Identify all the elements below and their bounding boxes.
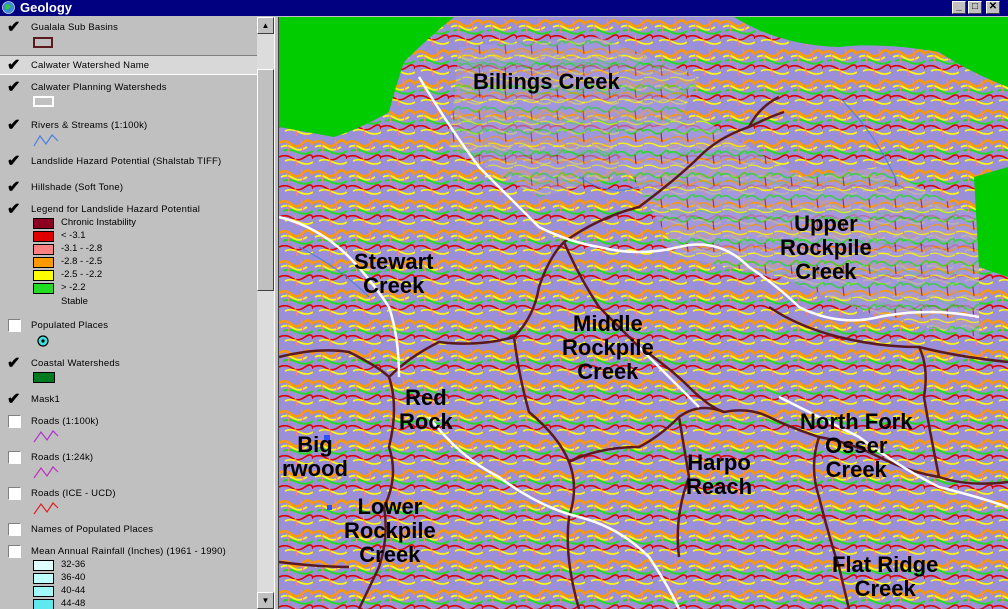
map-label-big-rwood: Big rwood xyxy=(282,432,348,481)
map-label-red-rock: Red Rock xyxy=(399,385,453,434)
polygon-symbol xyxy=(33,372,55,383)
layer-name: Names of Populated Places xyxy=(31,524,154,535)
legend-swatch xyxy=(33,560,54,571)
layer-name: Hillshade (Soft Tone) xyxy=(31,182,124,193)
layer-checkbox[interactable] xyxy=(7,199,21,219)
layer-name: Calwater Planning Watersheds xyxy=(31,82,167,93)
map-label-billings-creek: Billings Creek xyxy=(473,69,620,94)
polygon-symbol xyxy=(33,96,54,107)
layer-checkbox[interactable] xyxy=(8,451,21,464)
window-title: Geology xyxy=(20,0,73,15)
legend-swatch xyxy=(33,283,54,294)
map-label-middle-rockpile-creek: Middle Rockpile Creek xyxy=(562,311,654,384)
globe-icon xyxy=(2,1,15,14)
close-button[interactable]: ✕ xyxy=(986,1,1000,14)
toc-scrollbar[interactable]: ▲ ▼ xyxy=(257,17,274,609)
polygon-symbol xyxy=(33,37,53,48)
map-label-lower-rockpile-creek: Lower Rockpile Creek xyxy=(344,494,436,567)
legend-label: Stable xyxy=(61,296,88,307)
legend-swatch xyxy=(33,586,54,597)
layer-name: Rivers & Streams (1:100k) xyxy=(31,120,148,131)
mask-area xyxy=(974,167,1008,277)
layer-checkbox[interactable] xyxy=(8,523,21,536)
map-label-upper-rockpile-creek: Upper Rockpile Creek xyxy=(780,211,872,284)
legend-label: 44-48 xyxy=(61,598,86,609)
legend-label: > -2.2 xyxy=(61,282,86,293)
layer-checkbox[interactable] xyxy=(8,415,21,428)
layer-name: Mask1 xyxy=(31,394,60,405)
layer-name: Calwater Watershed Name xyxy=(31,60,150,71)
legend-label: 32-36 xyxy=(61,559,86,570)
layer-name: Mean Annual Rainfall (Inches) (1961 - 19… xyxy=(31,546,227,557)
legend-swatch xyxy=(33,257,54,268)
layer-name: Landslide Hazard Potential (Shalstab TIF… xyxy=(31,156,222,167)
layer-name: Coastal Watersheds xyxy=(31,358,120,369)
legend-label: Chronic Instability xyxy=(61,217,136,228)
layer-checkbox[interactable] xyxy=(8,319,21,332)
layer-checkbox[interactable] xyxy=(8,487,21,500)
layer-name: Roads (1:24k) xyxy=(31,452,94,463)
layer-checkbox[interactable] xyxy=(8,545,21,558)
layer-name: Populated Places xyxy=(31,320,109,331)
layer-checkbox[interactable] xyxy=(7,77,21,97)
line-symbol xyxy=(33,430,59,443)
scroll-down-icon[interactable]: ▼ xyxy=(257,592,274,609)
map-label-north-fork-osser-creek: North Fork Osser Creek xyxy=(800,409,913,482)
scroll-thumb[interactable] xyxy=(257,69,274,291)
legend-swatch xyxy=(33,244,54,255)
layer-checkbox[interactable] xyxy=(7,151,21,171)
layer-checkbox[interactable] xyxy=(7,177,21,197)
layer-name: Roads (ICE - UCD) xyxy=(31,488,116,499)
legend-label: -2.5 - -2.2 xyxy=(61,269,103,280)
scroll-up-icon[interactable]: ▲ xyxy=(257,17,274,34)
layer-name: Roads (1:100k) xyxy=(31,416,99,427)
map-label-stewart-creek: Stewart Creek xyxy=(354,249,434,298)
legend-swatch xyxy=(33,599,54,609)
map-view[interactable]: Billings Creek Upper Rockpile Creek Stew… xyxy=(279,17,1008,609)
table-of-contents: Gualala Sub Basins Calwater Watershed Na… xyxy=(0,17,257,609)
layer-checkbox[interactable] xyxy=(7,17,21,37)
legend-swatch xyxy=(33,270,54,281)
window-title-bar: Geology _ □ ✕ xyxy=(0,0,1008,16)
maximize-button[interactable]: □ xyxy=(968,1,982,14)
layer-checkbox[interactable] xyxy=(7,389,21,409)
layer-name: Gualala Sub Basins xyxy=(31,22,119,33)
line-symbol xyxy=(33,466,59,479)
point-symbol-icon xyxy=(37,335,49,347)
legend-swatch xyxy=(33,218,54,229)
layer-checkbox[interactable] xyxy=(7,115,21,135)
layer-checkbox[interactable] xyxy=(7,55,21,75)
map-label-harpo-reach: Harpo Reach xyxy=(686,450,753,499)
legend-label: 40-44 xyxy=(61,585,86,596)
layer-name: Legend for Landslide Hazard Potential xyxy=(31,204,201,215)
line-symbol xyxy=(33,502,59,515)
legend-swatch xyxy=(33,231,54,242)
legend-label: 36-40 xyxy=(61,572,86,583)
legend-label: -3.1 - -2.8 xyxy=(61,243,103,254)
legend-swatch xyxy=(33,573,54,584)
legend-label: < -3.1 xyxy=(61,230,86,241)
map-label-flat-ridge-creek: Flat Ridge Creek xyxy=(832,552,939,601)
minimize-button[interactable]: _ xyxy=(952,1,966,14)
layer-checkbox[interactable] xyxy=(7,353,21,373)
legend-label: -2.8 - -2.5 xyxy=(61,256,103,267)
line-symbol xyxy=(33,134,59,147)
